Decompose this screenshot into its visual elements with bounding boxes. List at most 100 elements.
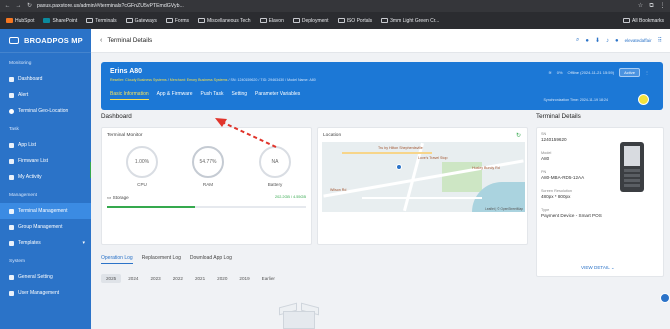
hubspot-icon (6, 18, 13, 23)
bookmark-deployment[interactable]: Deployment (292, 18, 329, 24)
reload-icon[interactable]: ↻ (26, 3, 33, 10)
terminal-icon (9, 208, 14, 214)
refresh-icon[interactable]: ↻ (516, 132, 521, 139)
terminal-tid: TID: 29463430 (260, 78, 285, 82)
activity-icon (9, 174, 14, 180)
sidebar-item-user-management[interactable]: User Management (0, 285, 91, 301)
sync-time: Synchronization Time: 2024-11-19 18:24 (543, 98, 608, 102)
search-icon[interactable]: ⌕ (576, 37, 579, 44)
section-system: System (9, 259, 25, 264)
terminal-meta: Reseller: Cloudy Business Systems / Merc… (110, 78, 316, 82)
sync-refresh-button[interactable] (638, 94, 649, 105)
tab-setting[interactable]: Setting (231, 91, 247, 100)
bookmark-sharepoint[interactable]: SharePoint (43, 18, 77, 24)
folder-icon (259, 18, 267, 23)
sidebar-item-terminal-management[interactable]: Terminal Management (0, 203, 91, 219)
section-monitoring: Monitoring (9, 61, 32, 66)
tab-parameter-variables[interactable]: Parameter Variables (255, 91, 300, 100)
tab-download-app-log[interactable]: Download App Log (190, 255, 232, 264)
tab-basic-information[interactable]: Basic Information (110, 91, 149, 100)
year-2025[interactable]: 2025 (101, 274, 122, 283)
sidebar-item-firmware-list[interactable]: Firmware List (0, 153, 91, 169)
storage-value: 202.2GB / 4.55GB (274, 195, 306, 199)
bookmark-all[interactable]: All Bookmarks (623, 18, 664, 24)
chip-icon (9, 158, 14, 164)
download-icon[interactable]: ⬇ (595, 37, 600, 44)
extensions-icon[interactable]: ⧉ (648, 3, 655, 10)
detail-screen-resolution: Screen Resolution 480px * 800px (541, 189, 573, 199)
notification-icon[interactable]: ● (585, 38, 589, 44)
year-2022[interactable]: 2022 (168, 274, 188, 283)
tab-app-firmware[interactable]: App & Firmware (157, 91, 193, 100)
sidebar-item-my-activity[interactable]: My Activity (0, 169, 91, 185)
browser-toolbar: ← → ↻ paxus.paxstore.us/admin/#/terminal… (0, 0, 670, 12)
map-label: Love's Travel Stop (418, 156, 448, 160)
year-2023[interactable]: 2023 (145, 274, 165, 283)
dashboard-title: Dashboard (101, 113, 132, 120)
more-icon[interactable]: ⋮ (645, 70, 649, 75)
tab-operation-log[interactable]: Operation Log (101, 255, 133, 264)
road (342, 152, 432, 154)
bookmark-gateways[interactable]: Gateways (125, 18, 157, 24)
status-badge[interactable]: Active (619, 68, 640, 77)
sidebar-item-group-management[interactable]: Group Management (0, 219, 91, 235)
bookmark-misc-tech[interactable]: Miscellaneous Tech (198, 18, 251, 24)
user-name[interactable]: elevatedaffair (625, 38, 652, 43)
sidebar-item-app-list[interactable]: App List (0, 137, 91, 153)
folder-icon (337, 18, 345, 23)
map-attribution[interactable]: Leaflet | © OpenStreetMap (485, 207, 523, 211)
sidebar-item-dashboard[interactable]: Dashboard (0, 71, 91, 87)
storage-row: ▭ Storage 202.2GB / 4.55GB (107, 195, 306, 209)
folder-icon (86, 18, 94, 23)
log-tabs: Operation Log Replacement Log Download A… (101, 255, 232, 264)
sidebar: BROADPOS MP Monitoring Dashboard Alert T… (0, 29, 91, 329)
address-bar[interactable]: paxus.paxstore.us/admin/#/terminals?cGFn… (37, 3, 633, 9)
year-earlier[interactable]: Earlier (257, 274, 280, 283)
year-2021[interactable]: 2021 (190, 274, 210, 283)
help-fab[interactable] (660, 293, 670, 303)
chevron-down-icon: ▾ (82, 240, 85, 246)
map-label: Tru by Hilton Shepherdsville (378, 146, 423, 150)
bookmark-hubspot[interactable]: HubSpot (6, 18, 34, 24)
tab-push-task[interactable]: Push Task (200, 91, 223, 100)
sidebar-item-general-setting[interactable]: General Setting (0, 269, 91, 285)
star-icon[interactable]: ☆ (637, 3, 644, 10)
bookmark-terminals[interactable]: Terminals (86, 18, 117, 24)
forward-icon[interactable]: → (15, 3, 22, 10)
folder-icon (165, 18, 173, 23)
bookmark-forms[interactable]: Forms (165, 18, 189, 24)
detail-pn: PN A80-MBA-RD5-12AA (541, 170, 585, 180)
bell-icon[interactable]: ♪ (606, 38, 609, 44)
view-detail-link[interactable]: VIEW DETAIL ⌄ (581, 265, 615, 271)
section-task: Task (9, 127, 19, 132)
sidebar-item-geo-location[interactable]: Terminal Geo-Location (0, 103, 91, 119)
back-arrow-icon[interactable]: ‹ (100, 37, 102, 44)
bookmark-iso-portals[interactable]: ISO Portals (337, 18, 372, 24)
avatar[interactable]: ● (615, 38, 619, 44)
template-icon (9, 240, 14, 246)
tab-replacement-log[interactable]: Replacement Log (142, 255, 181, 264)
location-map[interactable]: Tru by Hilton Shepherdsville Love's Trav… (322, 142, 525, 212)
bookmark-light-green[interactable]: 3mm Light Green Cr... (381, 18, 439, 24)
map-label: Wilson Rd (330, 188, 347, 192)
terminal-monitor-card: Terminal Monitor 1.00% CPU 54.77% RAM NA… (101, 127, 312, 245)
section-management: Management (9, 193, 37, 198)
year-2019[interactable]: 2019 (234, 274, 254, 283)
sidebar-item-templates[interactable]: Templates ▾ (0, 235, 91, 251)
reseller-link[interactable]: Reseller: Cloudy Business Systems (110, 78, 167, 82)
menu-icon[interactable]: ⋮ (659, 3, 666, 10)
merchant-link[interactable]: Merchant: Emory Business Systems (170, 78, 228, 82)
bookmark-elavon[interactable]: Elavon (259, 18, 284, 24)
grid-menu-icon[interactable]: ⠿ (658, 37, 662, 44)
back-icon[interactable]: ← (4, 3, 11, 10)
year-2020[interactable]: 2020 (212, 274, 232, 283)
sidebar-item-alert[interactable]: Alert (0, 87, 91, 103)
year-2024[interactable]: 2024 (123, 274, 143, 283)
location-pin-icon[interactable] (396, 164, 402, 170)
folder-icon (198, 18, 206, 23)
brand[interactable]: BROADPOS MP (0, 29, 91, 53)
terminal-status: ≋ 0% Offline (2024-11-21 15:59) Active ⋮ (548, 68, 649, 77)
terminal-device-image (620, 142, 644, 192)
page-title: Terminal Details (107, 37, 153, 44)
location-card: Location ↻ Tru by Hilton Shepherdsville … (317, 127, 528, 245)
